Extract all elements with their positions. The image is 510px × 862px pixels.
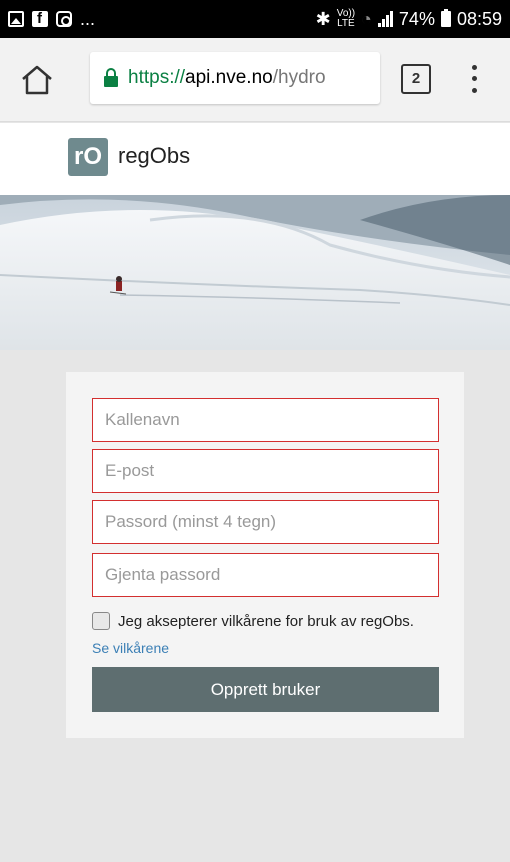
- email-field[interactable]: E-post: [92, 449, 439, 493]
- overflow-menu-icon[interactable]: [468, 62, 480, 96]
- address-bar[interactable]: https://api.nve.no/hydro: [90, 52, 380, 104]
- battery-percent: 74%: [398, 8, 435, 29]
- status-bar: ... ✱ Vo)) LTE ◔ 74% 08:59: [0, 0, 510, 38]
- volte-bottom-text: LTE: [337, 18, 355, 29]
- password-field[interactable]: Passord (minst 4 tegn): [92, 500, 439, 544]
- signal-icon: [377, 11, 393, 27]
- url-host: api.nve.no: [185, 67, 273, 88]
- nickname-field[interactable]: Kallenavn: [92, 398, 439, 442]
- wifi-icon: ◔: [361, 8, 372, 29]
- secure-lock-icon: [104, 68, 118, 87]
- picture-icon: [8, 11, 24, 27]
- email-placeholder: E-post: [105, 461, 155, 480]
- app-title: regObs: [118, 143, 191, 168]
- hero-snow-image: [0, 195, 510, 350]
- clock: 08:59: [456, 8, 502, 29]
- terms-checkbox-label: Jeg aksepterer vilkårene for bruk av reg…: [118, 612, 414, 630]
- app-header: rO regObs: [0, 123, 510, 195]
- app-logo: rO: [68, 138, 108, 176]
- facebook-icon: [32, 10, 48, 27]
- home-button[interactable]: [20, 64, 54, 96]
- bluetooth-icon: ✱: [315, 8, 331, 29]
- create-user-button[interactable]: Opprett bruker: [92, 667, 439, 712]
- status-system: ✱ Vo)) LTE ◔ 74% 08:59: [316, 9, 502, 30]
- url-scheme: https://: [128, 67, 186, 88]
- terms-checkbox[interactable]: [92, 612, 110, 630]
- terms-row: Jeg aksepterer vilkårene for bruk av reg…: [92, 612, 414, 630]
- registration-form: Kallenavn E-post Passord (minst 4 tegn) …: [66, 372, 464, 738]
- volte-indicator: Vo)) LTE: [337, 9, 355, 29]
- terms-link[interactable]: Se vilkårene: [92, 640, 169, 656]
- tab-switcher-button[interactable]: 2: [401, 64, 431, 94]
- password-placeholder: Passord (minst 4 tegn): [105, 512, 277, 531]
- repeat-password-field[interactable]: Gjenta passord: [92, 553, 439, 597]
- battery-icon: [440, 9, 451, 27]
- url-text: https://api.nve.no/hydro: [128, 67, 326, 89]
- nickname-placeholder: Kallenavn: [105, 410, 180, 429]
- url-path: /hydro: [272, 67, 326, 88]
- repeat-password-placeholder: Gjenta passord: [105, 565, 221, 584]
- home-icon: [22, 65, 52, 95]
- snow-landscape-illustration: [0, 195, 510, 350]
- status-notifications: ...: [8, 9, 95, 30]
- browser-toolbar: https://api.nve.no/hydro 2: [0, 38, 510, 122]
- more-notifications-ellipsis: ...: [80, 8, 96, 29]
- instagram-icon: [56, 11, 72, 27]
